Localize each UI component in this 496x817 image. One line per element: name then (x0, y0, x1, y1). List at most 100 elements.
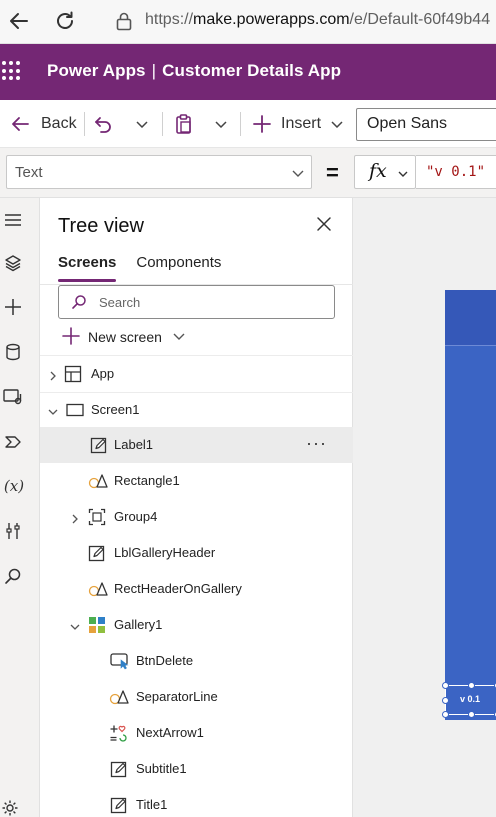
chevron-down-icon (172, 329, 186, 346)
tree-item-label: LblGalleryHeader (114, 545, 216, 560)
plus-icon (252, 114, 272, 134)
plus-icon[interactable] (2, 296, 24, 318)
tree-item-label1[interactable]: Label1 ··· (40, 427, 353, 463)
hamburger-icon[interactable] (2, 209, 24, 231)
chevron-down-icon[interactable] (48, 405, 58, 415)
tree-view-panel: Tree view Screens Components Search New … (40, 198, 353, 817)
tree-item-rectheaderongallery[interactable]: RectHeaderOnGallery (40, 571, 353, 607)
tree-item-app[interactable]: App (40, 356, 353, 392)
fx-icon: fx (369, 160, 387, 182)
tree-item-gallery1[interactable]: Gallery1 (40, 607, 353, 643)
tree-item-btndelete[interactable]: BtnDelete (40, 643, 353, 679)
back-button[interactable]: Back (9, 100, 77, 148)
resize-handle[interactable] (442, 682, 449, 689)
label-icon (110, 796, 128, 814)
tree-item-label: BtnDelete (136, 653, 194, 668)
title-separator: | (151, 61, 157, 80)
resize-handle[interactable] (468, 711, 475, 718)
automate-icon[interactable] (2, 431, 24, 453)
tree-item-lblgalleryheader[interactable]: LblGalleryHeader (40, 535, 353, 571)
lock-icon (115, 11, 133, 31)
tree-item-label: Title1 (136, 797, 168, 812)
tree-item-label: Screen1 (91, 402, 140, 417)
insert-label: Insert (281, 115, 322, 132)
tree-item-label: App (91, 366, 115, 381)
insert-button[interactable]: Insert (252, 100, 345, 148)
paste-dropdown[interactable] (213, 100, 229, 148)
chevron-right-icon[interactable] (70, 512, 80, 524)
fx-button[interactable]: fx (354, 155, 416, 189)
tree-item-nextarrow1[interactable]: NextArrow1 (40, 715, 353, 751)
tree-item-separatorline[interactable]: SeparatorLine (40, 679, 353, 715)
settings-icon[interactable] (1, 799, 19, 817)
new-screen-label: New screen (88, 329, 162, 345)
chevron-down-icon (134, 116, 150, 132)
search-icon[interactable] (2, 565, 24, 587)
search-placeholder: Search (99, 295, 141, 310)
icon-control-icon (109, 724, 127, 742)
screen-preview[interactable]: v 0.1 (442, 290, 496, 720)
url-path: /e/Default-60f49b44 (349, 11, 491, 28)
divider (84, 112, 85, 136)
formula-input[interactable]: "v 0.1" (416, 155, 496, 189)
undo-button[interactable] (93, 100, 115, 148)
app-title: Power Apps | Customer Details App (47, 61, 341, 81)
gallery-icon (88, 616, 106, 634)
tree-item-screen1[interactable]: Screen1 (40, 392, 353, 428)
address-bar[interactable]: https://make.powerapps.com/e/Default-60f… (145, 11, 490, 29)
clipboard-icon (173, 113, 195, 135)
more-options-icon[interactable]: ··· (306, 433, 327, 454)
shape-icon (88, 580, 108, 598)
button-icon (110, 652, 129, 670)
undo-dropdown[interactable] (134, 100, 150, 148)
tree-item-group4[interactable]: Group4 (40, 499, 353, 535)
shape-icon (88, 472, 108, 490)
browser-back-icon[interactable] (6, 8, 32, 34)
tree-item-label: Gallery1 (114, 617, 163, 632)
chevron-down-icon (213, 116, 229, 132)
selected-label-control[interactable]: v 0.1 (442, 682, 496, 718)
app-launcher-icon[interactable] (2, 61, 22, 81)
divider (240, 112, 241, 136)
resize-handle[interactable] (468, 682, 475, 689)
media-icon[interactable] (2, 386, 24, 408)
selected-label-text: v 0.1 (460, 694, 481, 704)
tree-item-label: RectHeaderOnGallery (114, 581, 242, 596)
tab-components[interactable]: Components (136, 254, 221, 278)
chevron-right-icon[interactable] (48, 369, 58, 381)
tree-item-label: Label1 (114, 437, 154, 452)
font-family-select[interactable]: Open Sans (356, 108, 496, 141)
panel-title: Tree view (58, 215, 144, 237)
tree-item-label: SeparatorLine (136, 689, 218, 704)
app-name: Customer Details App (162, 61, 342, 80)
resize-handle[interactable] (442, 711, 449, 718)
command-bar: Back Insert Open Sans (0, 100, 496, 148)
app-header: Power Apps | Customer Details App (0, 44, 496, 100)
plus-icon (62, 326, 80, 348)
paste-button[interactable] (173, 100, 195, 148)
equals-sign: = (326, 160, 339, 185)
new-screen-button[interactable]: New screen (62, 326, 186, 348)
search-input[interactable]: Search (58, 285, 335, 319)
database-icon[interactable] (2, 341, 24, 363)
chevron-down-icon[interactable] (70, 620, 80, 630)
resize-handle[interactable] (442, 697, 449, 704)
tree-item-subtitle1[interactable]: Subtitle1 (40, 751, 353, 787)
property-select[interactable]: Text (6, 155, 312, 189)
tab-screens[interactable]: Screens (58, 254, 117, 282)
tree-item-title1[interactable]: Title1 (40, 787, 353, 817)
chevron-down-icon (329, 116, 345, 132)
design-canvas[interactable]: v 0.1 (353, 198, 496, 817)
browser-toolbar: https://make.powerapps.com/e/Default-60f… (0, 0, 496, 44)
tree-item-rectangle1[interactable]: Rectangle1 (40, 463, 353, 499)
property-value: Text (15, 164, 43, 181)
tools-icon[interactable] (2, 520, 24, 542)
browser-reload-icon[interactable] (52, 8, 78, 34)
close-icon[interactable] (315, 215, 333, 233)
tree-item-label: Rectangle1 (114, 473, 180, 488)
tree-item-label: NextArrow1 (136, 725, 204, 740)
group-icon (88, 508, 106, 526)
variables-icon[interactable]: (x) (2, 475, 26, 497)
layers-icon[interactable] (2, 252, 24, 274)
label-icon (88, 544, 106, 562)
